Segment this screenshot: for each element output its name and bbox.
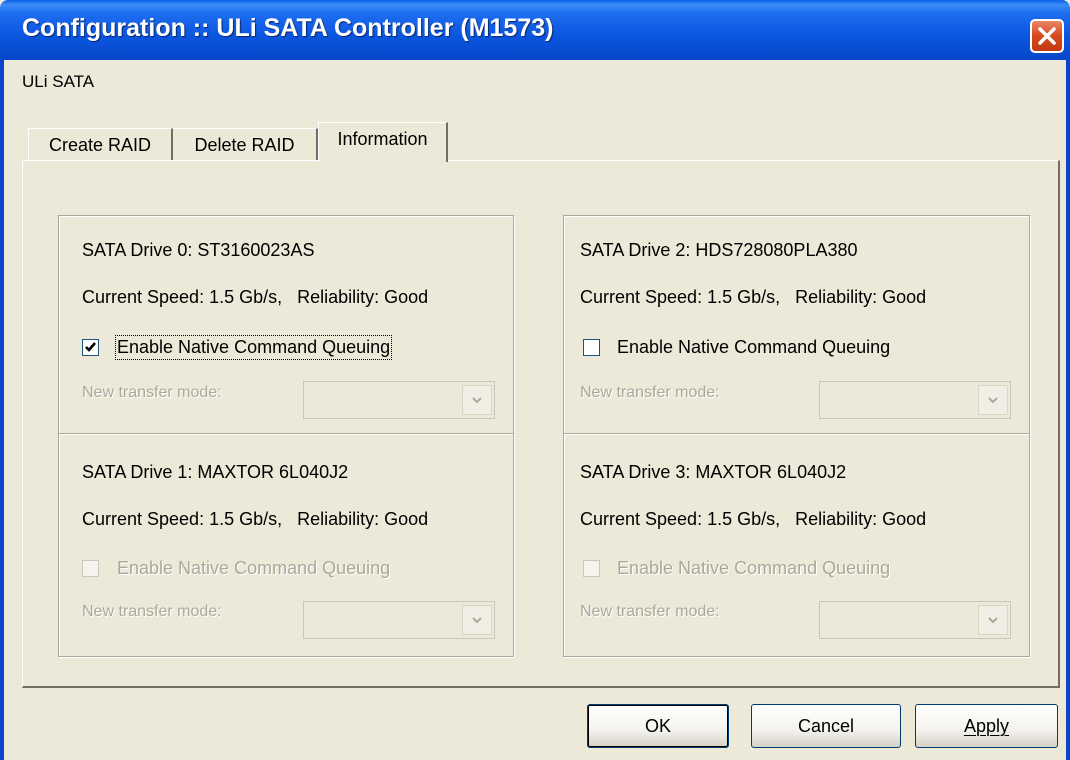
close-icon	[1037, 26, 1057, 46]
drive-2-ncq-checkbox[interactable]	[583, 339, 600, 356]
drive-2-speed: Current Speed: 1.5 Gb/s, Reliability: Go…	[580, 287, 927, 307]
close-button[interactable]	[1030, 19, 1064, 53]
window-title: Configuration :: ULi SATA Controller (M1…	[22, 14, 554, 42]
chevron-down-icon	[978, 605, 1008, 635]
drive-1-transfer-select[interactable]	[303, 601, 495, 639]
drive-0-speed: Current Speed: 1.5 Gb/s, Reliability: Go…	[82, 287, 429, 307]
drive-3-transfer-label: New transfer mode:	[580, 603, 720, 620]
tab-delete-raid[interactable]: Delete RAID	[173, 128, 318, 160]
cancel-button[interactable]: Cancel	[751, 704, 901, 748]
drive-0-ncq-checkbox[interactable]	[82, 339, 99, 356]
drive-0-ncq-label[interactable]: Enable Native Command Queuing	[114, 335, 393, 360]
window-frame-right	[1066, 60, 1070, 760]
drive-2-name: SATA Drive 2: HDS728080PLA380	[580, 240, 858, 260]
drive-2-transfer-select[interactable]	[819, 381, 1011, 419]
drive-3-ncq-checkbox[interactable]	[583, 560, 600, 577]
window-frame-left	[0, 60, 4, 760]
tab-create-raid[interactable]: Create RAID	[28, 128, 173, 160]
title-bar: Configuration :: ULi SATA Controller (M1…	[0, 0, 1070, 60]
drive-1-ncq-checkbox[interactable]	[82, 560, 99, 577]
drive-0-name: SATA Drive 0: ST3160023AS	[82, 240, 315, 260]
group-divider-right	[564, 433, 1029, 435]
drive-2-ncq-label[interactable]: Enable Native Command Queuing	[617, 337, 890, 358]
drive-0-transfer-select[interactable]	[303, 381, 495, 419]
drive-2-transfer-label: New transfer mode:	[580, 384, 720, 401]
drive-3-ncq-label: Enable Native Command Queuing	[617, 558, 891, 578]
tab-information[interactable]: Information	[318, 122, 448, 162]
drive-3-name: SATA Drive 3: MAXTOR 6L040J2	[580, 462, 847, 482]
group-divider-left	[59, 433, 513, 435]
ok-button-label: OK	[644, 715, 671, 736]
controller-subtitle: ULi SATA	[22, 72, 95, 91]
chevron-down-icon	[978, 385, 1008, 415]
apply-button-label: Apply	[963, 715, 1010, 736]
drive-1-name: SATA Drive 1: MAXTOR 6L040J2	[82, 462, 349, 482]
drive-group-right	[563, 215, 1030, 657]
chevron-down-icon	[462, 605, 492, 635]
drive-3-speed: Current Speed: 1.5 Gb/s, Reliability: Go…	[580, 509, 927, 529]
chevron-down-icon	[462, 385, 492, 415]
drive-3-transfer-select[interactable]	[819, 601, 1011, 639]
drive-1-ncq-label: Enable Native Command Queuing	[117, 558, 391, 578]
drive-1-speed: Current Speed: 1.5 Gb/s, Reliability: Go…	[82, 509, 429, 529]
drive-1-transfer-label: New transfer mode:	[82, 603, 222, 620]
ok-button[interactable]: OK	[587, 704, 729, 748]
cancel-button-label: Cancel	[797, 715, 855, 736]
drive-0-transfer-label: New transfer mode:	[82, 384, 222, 401]
drive-group-left	[58, 215, 514, 657]
apply-button[interactable]: Apply	[915, 704, 1058, 748]
